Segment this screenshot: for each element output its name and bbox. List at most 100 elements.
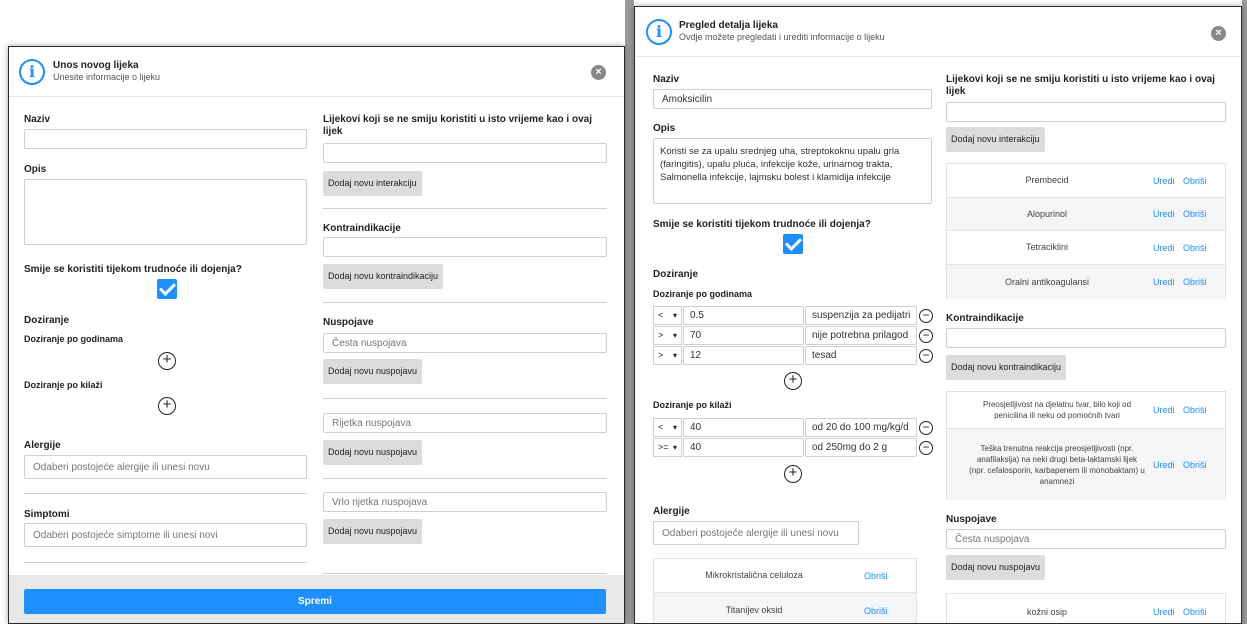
dodaj-nuspojavu-button[interactable]: Dodaj novu nuspojavu	[946, 555, 1046, 580]
kilaza-operator-select[interactable]: < ▾	[653, 418, 682, 437]
uredi-link[interactable]: Uredi	[1153, 231, 1175, 264]
kilaza-operator-select[interactable]: >= ▾	[653, 438, 682, 457]
operator-value: <	[658, 310, 664, 320]
table-row: kožni osip Uredi Obriši	[947, 594, 1225, 623]
alergije-input[interactable]: Odaberi postojeće alergije ili unesi nov…	[24, 455, 307, 479]
interakcije-label: Lijekovi koji se ne smiju koristiti u is…	[946, 74, 1215, 97]
interakcija-name: Tetraciklini	[1025, 242, 1068, 252]
alergije-input[interactable]: Odaberi postojeće alergije ili unesi nov…	[653, 521, 859, 545]
naziv-input[interactable]	[24, 129, 307, 149]
vrlo-rijetka-nuspojava-input[interactable]: Vrlo rijetka nuspojava	[323, 492, 607, 512]
backdrop-edge	[1242, 0, 1247, 624]
dob-operator-select[interactable]: > ▾	[653, 326, 682, 345]
operator-value: >	[658, 350, 664, 360]
table-row: Tetraciklini Uredi Obriši	[947, 231, 1225, 265]
obrisi-link[interactable]: Obriši	[1183, 198, 1207, 230]
rijetka-nuspojava-input[interactable]: Rijetka nuspojava	[323, 413, 607, 433]
dodaj-interakciju-button[interactable]: Dodaj novu interakciju	[323, 171, 422, 196]
close-icon[interactable]: ×	[1211, 26, 1226, 41]
doziranje-po-kilazi-label: Doziranje po kilaži	[24, 380, 103, 390]
doziranje-po-godinama-label: Doziranje po godinama	[653, 289, 753, 299]
remove-minus-circle-icon[interactable]: −	[919, 329, 933, 343]
dob-text-input[interactable]: suspenzija za pedijatri	[805, 306, 917, 325]
remove-minus-circle-icon[interactable]: −	[919, 349, 933, 363]
uredi-link[interactable]: Uredi	[1153, 429, 1175, 500]
close-icon[interactable]: ×	[591, 65, 606, 80]
divider	[323, 398, 607, 399]
simptomi-input[interactable]: Odaberi postojeće simptome ili unesi nov…	[24, 523, 307, 547]
kilaza-value-input[interactable]: 40	[683, 418, 804, 437]
kilaza-text-input[interactable]: od 20 do 100 mg/kg/d	[805, 418, 917, 437]
kontraindikacije-table: Preosjetljivost na djelatnu tvar, bilo k…	[946, 391, 1226, 500]
obrisi-link[interactable]: Obriši	[1183, 164, 1207, 197]
dob-value-input[interactable]: 70	[683, 326, 804, 345]
opis-label: Opis	[24, 164, 47, 175]
dob-value-input[interactable]: 0.5	[683, 306, 804, 325]
obrisi-link[interactable]: Obriši	[1183, 392, 1207, 428]
add-dob-plus-circle-icon[interactable]: +	[784, 372, 802, 390]
opis-textarea[interactable]	[24, 179, 307, 245]
dob-operator-select[interactable]: < ▾	[653, 306, 682, 325]
dodaj-kontraindikaciju-button[interactable]: Dodaj novu kontraindikaciju	[323, 264, 444, 289]
uredi-link[interactable]: Uredi	[1153, 265, 1175, 299]
nuspojave-label: Nuspojave	[323, 317, 374, 328]
add-dob-plus-circle-icon[interactable]: +	[158, 352, 176, 370]
trudnoca-checkbox[interactable]	[783, 234, 803, 254]
modal-subtitle: Ovdje možete pregledati i urediti inform…	[679, 32, 885, 42]
alergije-label: Alergije	[653, 506, 690, 517]
uredi-link[interactable]: Uredi	[1153, 392, 1175, 428]
obrisi-link[interactable]: Obriši	[1183, 594, 1207, 623]
naziv-label: Naziv	[653, 74, 680, 85]
uredi-link[interactable]: Uredi	[1153, 594, 1175, 623]
kilaza-value-input[interactable]: 40	[683, 438, 804, 457]
nuspojava-name: kožni osip	[1026, 606, 1068, 617]
dodaj-cesta-nuspojavu-button[interactable]: Dodaj novu nuspojavu	[323, 359, 423, 384]
remove-minus-circle-icon[interactable]: −	[919, 309, 933, 323]
divider	[323, 573, 607, 574]
dodaj-interakciju-button[interactable]: Dodaj novu interakciju	[946, 127, 1045, 152]
divider	[24, 562, 307, 563]
opis-label: Opis	[653, 123, 676, 134]
dodaj-vrlo-rijetku-nuspojavu-button[interactable]: Dodaj novu nuspojavu	[323, 519, 423, 544]
new-drug-modal: i Unos novog lijeka Unesite informacije …	[8, 46, 625, 624]
interakcije-input[interactable]	[323, 143, 607, 163]
obrisi-link[interactable]: Obriši	[1183, 265, 1207, 299]
alergije-label: Alergije	[24, 440, 61, 451]
simptomi-label: Simptomi	[24, 509, 70, 520]
info-icon: i	[646, 19, 672, 45]
spremi-button[interactable]: Spremi	[24, 589, 606, 614]
doziranje-po-godinama-label: Doziranje po godinama	[24, 334, 124, 344]
add-kilaza-plus-circle-icon[interactable]: +	[158, 397, 176, 415]
table-row: Teška trenutna reakcija preosjetljivosti…	[947, 429, 1225, 500]
operator-value: >	[658, 330, 664, 340]
cesta-nuspojava-input[interactable]: Česta nuspojava	[946, 529, 1226, 549]
cesta-nuspojava-input[interactable]: Česta nuspojava	[323, 333, 607, 353]
modal-footer: Spremi	[9, 575, 624, 623]
interakcije-input[interactable]	[946, 102, 1226, 122]
add-kilaza-plus-circle-icon[interactable]: +	[784, 465, 802, 483]
uredi-link[interactable]: Uredi	[1153, 164, 1175, 197]
dob-text-input[interactable]: nije potrebna prilagod	[805, 326, 917, 345]
dob-text-input[interactable]: tesad	[805, 346, 917, 365]
obrisi-link[interactable]: Obriši	[1183, 429, 1207, 500]
table-row: Preosjetljivost na djelatnu tvar, bilo k…	[947, 392, 1225, 429]
kilaza-text-input[interactable]: od 250mg do 2 g	[805, 438, 917, 457]
kontraindikacije-input[interactable]	[946, 328, 1226, 348]
dob-value-input[interactable]: 12	[683, 346, 804, 365]
opis-textarea[interactable]: Koristi se za upalu srednjeg uha, strept…	[653, 138, 932, 204]
naziv-input[interactable]: Amoksicilin	[653, 89, 932, 109]
backdrop	[625, 0, 634, 624]
obrisi-link[interactable]: Obriši	[864, 593, 888, 623]
remove-minus-circle-icon[interactable]: −	[919, 441, 933, 455]
obrisi-link[interactable]: Obriši	[864, 559, 888, 592]
dodaj-kontraindikaciju-button[interactable]: Dodaj novu kontraindikaciju	[946, 355, 1067, 380]
trudnoca-checkbox[interactable]	[157, 279, 177, 299]
obrisi-link[interactable]: Obriši	[1183, 231, 1207, 264]
modal-header: i Pregled detalja lijeka Ovdje možete pr…	[635, 7, 1241, 57]
dodaj-rijetku-nuspojavu-button[interactable]: Dodaj novu nuspojavu	[323, 440, 423, 465]
dob-operator-select[interactable]: > ▾	[653, 346, 682, 365]
uredi-link[interactable]: Uredi	[1153, 198, 1175, 230]
remove-minus-circle-icon[interactable]: −	[919, 421, 933, 435]
kontraindikacije-input[interactable]	[323, 237, 607, 257]
drug-details-modal: i Pregled detalja lijeka Ovdje možete pr…	[634, 6, 1242, 624]
